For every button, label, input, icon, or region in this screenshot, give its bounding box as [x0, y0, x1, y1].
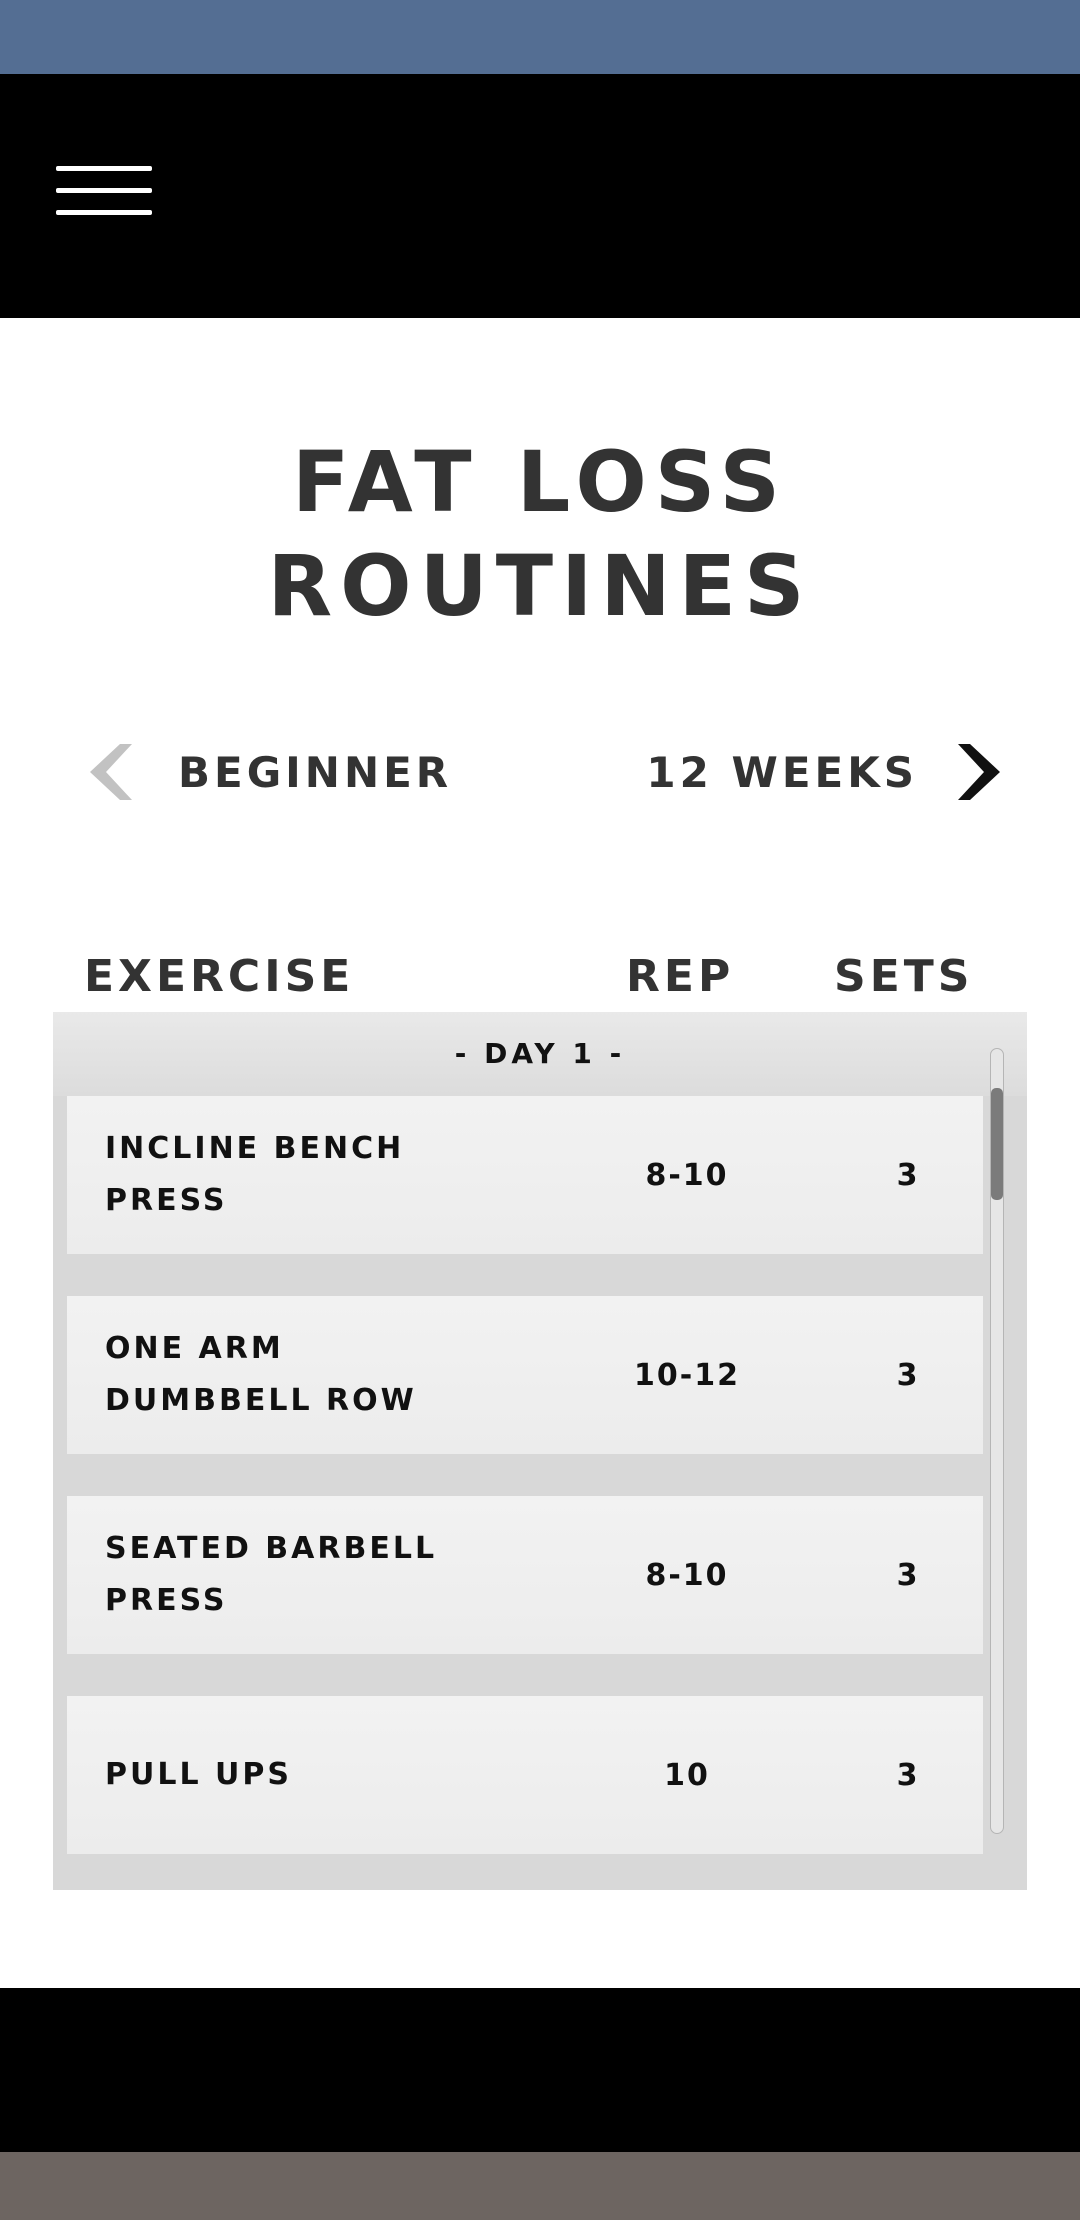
- column-header-rep: REP: [626, 951, 735, 1002]
- column-header-sets: SETS: [834, 951, 974, 1002]
- app-bar: [0, 74, 1080, 318]
- exercise-sets: 3: [896, 1557, 918, 1593]
- status-bar: [0, 0, 1080, 74]
- page-title: FAT LOSS ROUTINES: [0, 430, 1080, 638]
- exercise-name: PULL UPS: [105, 1757, 292, 1792]
- exercise-row[interactable]: ONE ARM DUMBBELL ROW 10-12 3: [67, 1296, 983, 1454]
- column-header-exercise: EXERCISE: [84, 951, 355, 1002]
- chevron-right-icon[interactable]: [948, 736, 1008, 808]
- exercise-reps: 10-12: [634, 1357, 740, 1393]
- exercise-reps: 8-10: [645, 1157, 729, 1193]
- chevron-right-glyph: [958, 744, 1000, 800]
- scrollbar-thumb[interactable]: [991, 1088, 1003, 1200]
- chevron-left-icon[interactable]: [82, 736, 142, 808]
- exercise-name: SEATED BARBELL PRESS: [105, 1531, 438, 1618]
- duration-label: 12 WEEKS: [646, 748, 918, 797]
- system-navigation-bar: [0, 2152, 1080, 2220]
- hamburger-menu-icon[interactable]: [56, 166, 152, 220]
- exercise-row[interactable]: PULL UPS 10 3: [67, 1696, 983, 1854]
- page-title-line2: ROUTINES: [267, 537, 813, 635]
- exercise-reps: 8-10: [645, 1557, 729, 1593]
- day-header: - DAY 1 -: [53, 1012, 1027, 1096]
- routine-list-panel[interactable]: - DAY 1 - INCLINE BENCH PRESS 8-10 3 ONE…: [53, 1012, 1027, 1890]
- exercise-name: ONE ARM DUMBBELL ROW: [105, 1331, 417, 1418]
- exercise-sets: 3: [896, 1757, 918, 1793]
- program-selector: BEGINNER 12 WEEKS: [0, 736, 1080, 808]
- level-label: BEGINNER: [178, 748, 453, 797]
- bottom-bar: [0, 1988, 1080, 2152]
- exercise-row[interactable]: SEATED BARBELL PRESS 8-10 3: [67, 1496, 983, 1654]
- menu-line: [56, 166, 152, 171]
- page-title-line1: FAT LOSS: [292, 433, 788, 531]
- chevron-left-glyph: [90, 744, 132, 800]
- menu-line: [56, 188, 152, 193]
- exercise-row[interactable]: INCLINE BENCH PRESS 8-10 3: [67, 1096, 983, 1254]
- exercise-reps: 10: [664, 1757, 710, 1793]
- exercise-sets: 3: [896, 1357, 918, 1393]
- exercise-sets: 3: [896, 1157, 918, 1193]
- exercise-name: INCLINE BENCH PRESS: [105, 1131, 405, 1218]
- menu-line: [56, 210, 152, 215]
